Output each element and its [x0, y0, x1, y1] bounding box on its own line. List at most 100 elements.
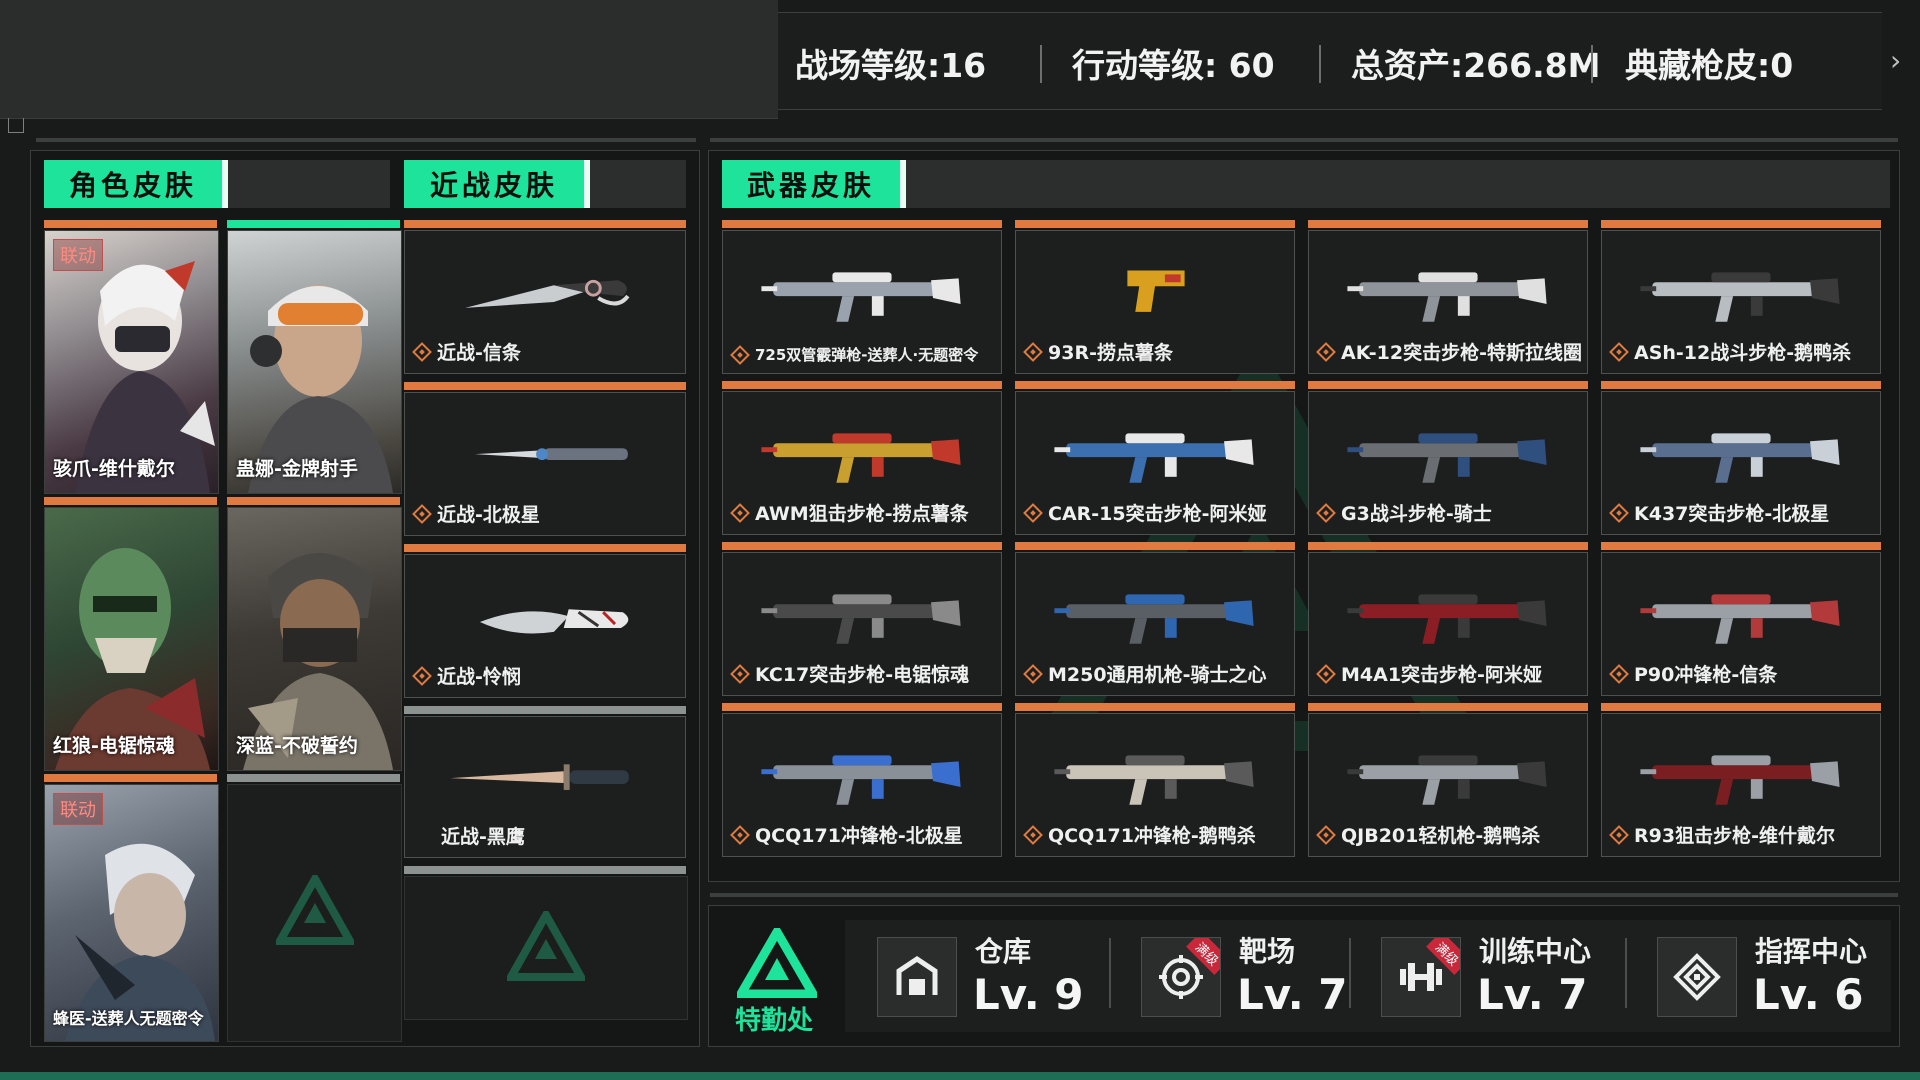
weapon-skin-card[interactable]: M250通用机枪-骑士之心 — [1015, 552, 1295, 696]
rarity-strip — [1601, 220, 1881, 228]
rarity-diamond-icon — [412, 341, 432, 362]
rarity-diamond-icon — [1316, 341, 1336, 362]
facility-level: Lv. 7 — [1237, 970, 1348, 1019]
target-icon — [1159, 955, 1203, 999]
rarity-strip — [722, 220, 1002, 228]
character-name: 蜂医-送葬人无题密令 — [53, 1009, 204, 1028]
weapon-skin-card[interactable]: 93R-捞点薯条 — [1015, 230, 1295, 374]
weapon-skin-card[interactable]: K437突击步枪-北极星 — [1601, 391, 1881, 535]
tab-tail — [906, 160, 1890, 208]
weapon-skin-card[interactable]: QCQ171冲锋枪-北极星 — [722, 713, 1002, 857]
rarity-diamond-icon — [1316, 824, 1336, 845]
weapon-skin-name: CAR-15突击步枪-阿米娅 — [1048, 503, 1267, 525]
stat-divider — [1319, 45, 1321, 83]
empty-character-slot[interactable] — [227, 784, 402, 1042]
rarity-diamond-icon — [730, 663, 750, 684]
weapon-skin-name: 725双管霰弹枪-送葬人·无题密令 — [755, 346, 979, 364]
melee-skin-name: 近战-黑鹰 — [441, 826, 525, 848]
melee-skin-card[interactable]: 近战-黑鹰 — [404, 716, 686, 858]
character-card[interactable]: 红狼-电锯惊魂 — [44, 507, 219, 771]
character-card[interactable]: 深蓝-不破誓约 — [227, 507, 402, 771]
weapon-skin-card[interactable]: P90冲锋枪-信条 — [1601, 552, 1881, 696]
collab-badge: 联动 — [53, 239, 103, 271]
next-arrow-icon[interactable]: › — [1890, 44, 1901, 77]
rarity-strip — [1308, 542, 1588, 550]
rarity-strip — [44, 220, 217, 228]
rarity-diamond-icon — [730, 824, 750, 845]
melee-skin-card[interactable]: 近战-信条 — [404, 230, 686, 374]
weapon-skin-card[interactable]: AWM狙击步枪-捞点薯条 — [722, 391, 1002, 535]
stat-divider — [1591, 45, 1593, 83]
warehouse-icon — [896, 955, 938, 995]
weapon-skin-name: QCQ171冲锋枪-北极星 — [755, 825, 963, 847]
rarity-strip — [1015, 542, 1295, 550]
melee-skin-card[interactable]: 近战-怜悯 — [404, 554, 686, 698]
melee-skin-name: 近战-北极星 — [437, 504, 540, 526]
empty-melee-slot[interactable] — [404, 876, 688, 1020]
rarity-diamond-icon — [1023, 824, 1043, 845]
melee-skin-name: 近战-怜悯 — [437, 666, 521, 688]
shooting-range-button[interactable]: 满级 — [1141, 937, 1221, 1017]
weapon-skin-name: QJB201轻机枪-鹅鸭杀 — [1341, 825, 1541, 847]
rarity-strip — [404, 706, 686, 714]
weapon-skin-name: KC17突击步枪-电锯惊魂 — [755, 664, 970, 686]
tab-weapon-skins[interactable]: 武器皮肤 — [722, 160, 900, 208]
rarity-strip — [404, 220, 686, 228]
weapon-skin-name: AWM狙击步枪-捞点薯条 — [755, 503, 969, 525]
command-icon — [1673, 953, 1721, 1001]
weapon-skin-card[interactable]: QCQ171冲锋枪-鹅鸭杀 — [1015, 713, 1295, 857]
training-center-button[interactable]: 满级 — [1381, 937, 1461, 1017]
weapon-skin-card[interactable]: QJB201轻机枪-鹅鸭杀 — [1308, 713, 1588, 857]
weapon-skin-card[interactable]: G3战斗步枪-骑士 — [1308, 391, 1588, 535]
tab-character-skins[interactable]: 角色皮肤 — [44, 160, 222, 208]
weapon-skin-name: M250通用机枪-骑士之心 — [1048, 664, 1267, 686]
weapon-skin-card[interactable]: AK-12突击步枪-特斯拉线圈 — [1308, 230, 1588, 374]
faction-logo-icon — [276, 875, 354, 945]
character-card[interactable]: 蛊娜-金牌射手 — [227, 230, 402, 494]
rarity-strip — [1015, 381, 1295, 389]
rarity-diamond-icon — [1609, 824, 1629, 845]
tab-tail — [590, 160, 686, 208]
stat-divider — [1040, 45, 1042, 83]
tab-melee-skins[interactable]: 近战皮肤 — [404, 160, 584, 208]
facility-level: Lv. 7 — [1477, 970, 1588, 1019]
facility-divider — [1349, 938, 1351, 1008]
melee-label: 近战-黑鹰 — [441, 822, 525, 849]
panel-top-line — [36, 138, 696, 142]
weapon-skin-card[interactable]: KC17突击步枪-电锯惊魂 — [722, 552, 1002, 696]
rarity-strip — [227, 774, 400, 782]
character-card[interactable]: 联动 蜂医-送葬人无题密令 — [44, 784, 219, 1042]
weapon-skin-name: QCQ171冲锋枪-鹅鸭杀 — [1048, 825, 1256, 847]
weapon-skin-name: 93R-捞点薯条 — [1048, 342, 1173, 364]
rarity-diamond-icon — [412, 503, 432, 524]
special-ops-label: 特勤处 — [735, 1006, 814, 1036]
rarity-strip — [404, 866, 686, 874]
weapon-skin-name: AK-12突击步枪-特斯拉线圈 — [1341, 342, 1582, 364]
facility-level: Lv. 6 — [1753, 970, 1864, 1019]
facility-divider — [1625, 938, 1627, 1008]
tab-tail — [228, 160, 390, 208]
weapon-skin-card[interactable]: ASh-12战斗步枪-鹅鸭杀 — [1601, 230, 1881, 374]
facility-divider — [1109, 938, 1111, 1008]
character-card[interactable]: 联动 骇爪-维什戴尔 — [44, 230, 219, 494]
command-center-button[interactable] — [1657, 937, 1737, 1017]
rarity-strip — [1308, 220, 1588, 228]
weapon-skin-name: P90冲锋枪-信条 — [1634, 664, 1778, 686]
rarity-diamond-icon — [1609, 663, 1629, 684]
facility-name: 靶场 — [1239, 935, 1296, 968]
rarity-diamond-icon — [1609, 502, 1629, 523]
rarity-strip — [227, 220, 400, 228]
melee-skin-name: 近战-信条 — [437, 342, 521, 364]
weapon-skin-name: M4A1突击步枪-阿米娅 — [1341, 664, 1542, 686]
rarity-strip — [1601, 542, 1881, 550]
weapon-skin-card[interactable]: R93狙击步枪-维什戴尔 — [1601, 713, 1881, 857]
corner-bracket-icon — [8, 118, 24, 133]
faction-logo-icon — [507, 911, 585, 981]
weapon-skin-card[interactable]: 725双管霰弹枪-送葬人·无题密令 — [722, 230, 1002, 374]
facility-name: 仓库 — [975, 935, 1032, 968]
weapon-skin-card[interactable]: M4A1突击步枪-阿米娅 — [1308, 552, 1588, 696]
warehouse-button[interactable] — [877, 937, 957, 1017]
melee-skin-card[interactable]: 近战-北极星 — [404, 392, 686, 536]
rarity-strip — [44, 497, 217, 505]
weapon-skin-card[interactable]: CAR-15突击步枪-阿米娅 — [1015, 391, 1295, 535]
